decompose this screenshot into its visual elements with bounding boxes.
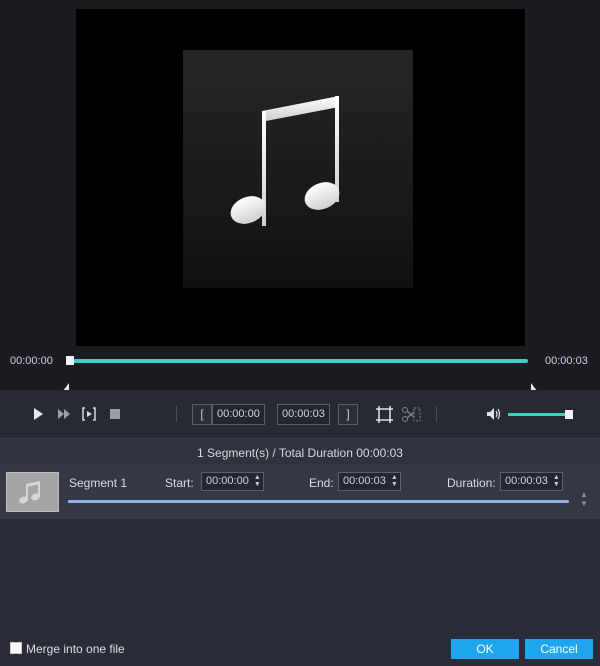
audio-artwork [183,50,413,288]
scroll-arrows-icon[interactable]: ▲ ▼ [580,490,588,508]
stop-button[interactable] [105,404,125,424]
merge-checkbox[interactable] [10,642,22,654]
segment-duration-stepper[interactable]: 00:00:03 ▲ ▼ [500,472,563,491]
playhead-handle[interactable] [66,356,74,365]
current-time: 00:00:00 [10,355,53,367]
segment-name: Segment 1 [69,476,128,490]
stepper-arrows-icon[interactable]: ▲ ▼ [254,474,261,488]
speaker-icon [487,408,501,420]
scissors-icon [402,406,421,422]
segment-duration-value: 00:00:03 [505,475,548,487]
toolbar-divider [436,406,437,422]
volume-button[interactable] [485,405,503,423]
seek-bar[interactable] [66,359,528,363]
segment-end-stepper[interactable]: 00:00:03 ▲ ▼ [338,472,401,491]
fast-forward-button[interactable] [54,404,74,424]
segment-end-value: 00:00:03 [343,475,386,487]
start-time-field[interactable]: 00:00:00 [212,404,265,425]
video-preview [76,9,525,346]
merge-label[interactable]: Merge into one file [26,642,125,656]
stepper-arrows-icon[interactable]: ▲ ▼ [553,474,560,488]
next-frame-button[interactable] [79,404,99,424]
toolbar-divider [176,406,177,422]
segment-duration-label: Duration: [447,476,496,490]
segment-row[interactable]: Segment 1 Start: 00:00:00 ▲ ▼ End: 00:00:0… [0,464,600,519]
segment-range-bar [68,500,569,503]
end-time-field[interactable]: 00:00:03 [277,404,330,425]
crop-button[interactable] [374,404,394,424]
timeline: 00:00:00 00:00:03 [0,349,600,391]
cut-button[interactable] [400,404,422,424]
segment-start-value: 00:00:00 [206,475,249,487]
dialog-footer: Merge into one file OK Cancel [0,630,600,666]
play-icon [34,408,43,420]
fast-forward-icon [58,409,70,419]
playback-toolbar: [ 00:00:00 00:00:03 ] [0,390,600,438]
step-frame-icon [82,407,96,421]
cancel-button[interactable]: Cancel [525,639,593,659]
stepper-arrows-icon[interactable]: ▲ ▼ [391,474,398,488]
segment-list-empty-area [0,519,600,639]
segment-thumbnail [6,472,59,512]
set-start-button[interactable]: [ [192,404,212,425]
play-button[interactable] [28,404,48,424]
segment-end-label: End: [309,476,334,490]
set-end-button[interactable]: ] [338,404,358,425]
preview-area: 00:00:00 00:00:03 [0,9,600,391]
music-note-icon [19,481,40,504]
stop-icon [110,409,120,419]
total-time: 00:00:03 [545,355,588,367]
ok-button[interactable]: OK [451,639,519,659]
segment-summary: 1 Segment(s) / Total Duration 00:00:03 [197,446,403,460]
segment-summary-bar: 1 Segment(s) / Total Duration 00:00:03 [0,438,600,465]
volume-slider[interactable] [508,413,572,416]
volume-handle[interactable] [564,410,573,419]
segment-start-label: Start: [165,476,194,490]
crop-icon [375,405,393,423]
title-bar [0,0,600,9]
music-note-icon [230,96,340,226]
segment-start-stepper[interactable]: 00:00:00 ▲ ▼ [201,472,264,491]
